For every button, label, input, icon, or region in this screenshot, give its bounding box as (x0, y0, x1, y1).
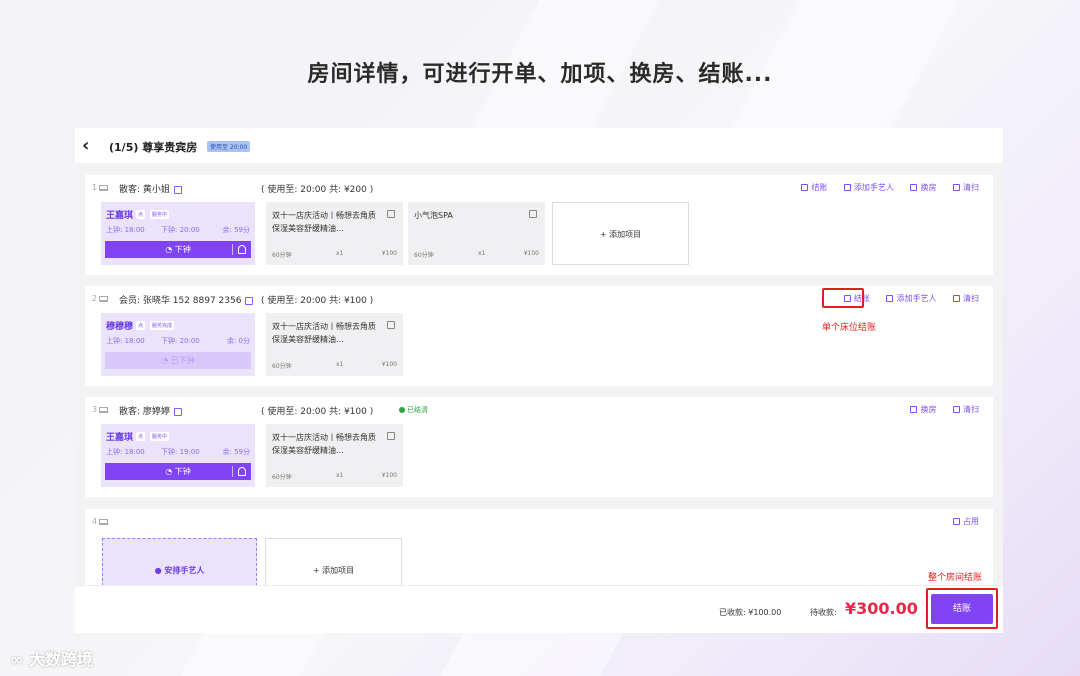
page-headline: 房间详情，可进行开单、加项、换房、结账... (307, 62, 773, 87)
service-item[interactable]: 双十一店庆活动丨畅想去角质保湿美容舒缓精油... 60分钟 x1 ¥100 (266, 424, 403, 487)
service-item[interactable]: 小气泡SPA 60分钟 x1 ¥100 (408, 202, 545, 265)
use-until-badge: 使用至 20:00 (207, 141, 251, 152)
watermark-logo: ∞ 大数跨境 (10, 650, 93, 669)
service-item[interactable]: 双十一店庆活动丨畅想去角质保湿美容舒缓精油... 60分钟 x1 ¥100 (266, 202, 403, 265)
bed-number: 1 (92, 183, 109, 192)
clocked-off-button: ◔ 已下钟 (105, 352, 251, 369)
user-switch-icon[interactable] (238, 245, 246, 254)
clock-off-button[interactable]: ◔ 下钟 (105, 463, 251, 480)
pending-label: 待收款: (810, 608, 837, 617)
usage-info: ( 使用至: 20:00 共: ¥100 ) (261, 407, 374, 417)
bed-icon (910, 184, 918, 191)
occupy-button[interactable]: 占用 (953, 517, 979, 526)
change-room-button[interactable]: 换房 (910, 405, 936, 414)
settled-status: 已结清 (399, 405, 428, 415)
broom-icon (953, 184, 960, 191)
change-room-button[interactable]: 换房 (910, 183, 936, 192)
user-add-icon (843, 184, 851, 191)
bed-row-2: 2 会员: 张晓华 152 8897 2356 ( 使用至: 20:00 共: … (85, 286, 993, 386)
bed-row-3: 3 散客: 廖婷婷 ( 使用至: 20:00 共: ¥100 ) 已结清 换房 … (85, 397, 993, 497)
bed-icon (953, 518, 960, 525)
bed-icon (99, 184, 109, 191)
edit-icon[interactable] (529, 210, 537, 218)
row-actions: 换房 清扫 (896, 404, 979, 415)
user-add-icon: ● (154, 566, 162, 575)
edit-icon[interactable] (387, 432, 395, 440)
edit-icon[interactable] (387, 321, 395, 329)
checkout-footer: 已收款: ¥100.00 待收款: ¥300.00 结账 (75, 585, 1003, 633)
bed-row-1: 1 散客: 黄小姐 ( 使用至: 20:00 共: ¥200 ) 结账 添加手艺… (85, 175, 993, 275)
artisan-name: 穆穆穆 (106, 322, 134, 332)
checkout-button[interactable]: 结账 (801, 183, 827, 192)
artisan-card[interactable]: 王嘉琪 点 服务中 上钟: 18:00 下钟: 19:00 余: 59分 ◔ 下… (101, 424, 255, 487)
usage-info: ( 使用至: 20:00 共: ¥200 ) (261, 185, 374, 195)
artisan-times: 上钟: 18:00 下钟: 20:00 余: 59分 (106, 226, 250, 234)
add-item-button[interactable]: + 添加项目 (552, 202, 689, 265)
row-actions: 结账 添加手艺人 换房 清扫 (787, 182, 979, 193)
item-meta: 60分钟 x1 ¥100 (414, 250, 539, 259)
room-detail-panel: ‹ (1/5) 尊享贵宾房 使用至 20:00 1 散客: 黄小姐 ( 使用至:… (75, 128, 1003, 633)
bed-icon (99, 518, 109, 525)
annotation-room-checkout: 整个房间结账 (928, 573, 983, 583)
add-artisan-button[interactable]: 添加手艺人 (843, 183, 894, 192)
row-actions: 占用 (939, 516, 979, 527)
item-meta: 60分钟 x1 ¥100 (272, 250, 397, 259)
bed-number: 3 (92, 405, 109, 414)
item-title: 双十一店庆活动丨畅想去角质保湿美容舒缓精油... (272, 322, 376, 344)
annotation-bed-checkout: 单个床位结账 (822, 323, 877, 333)
edit-icon[interactable] (173, 407, 182, 416)
check-circle-icon (399, 407, 405, 413)
artisan-card[interactable]: 穆穆穆 点 服务完成 上钟: 18:00 下钟: 20:00 余: 0分 ◔ 已… (101, 313, 255, 376)
edit-icon[interactable] (387, 210, 395, 218)
artisan-times: 上钟: 18:00 下钟: 20:00 余: 0分 (106, 337, 250, 345)
edit-icon[interactable] (173, 185, 182, 194)
pending-amount: ¥300.00 (845, 599, 918, 618)
guest-name: 散客: 黄小姐 (119, 182, 182, 195)
artisan-times: 上钟: 18:00 下钟: 19:00 余: 59分 (106, 448, 250, 456)
back-icon[interactable]: ‹ (82, 135, 89, 156)
clean-button[interactable]: 清扫 (953, 183, 979, 192)
edit-icon[interactable] (245, 296, 254, 305)
broom-icon (953, 295, 960, 302)
artisan-card[interactable]: 王嘉琪 点 服务中 上钟: 18:00 下钟: 20:00 余: 59分 ◔ 下… (101, 202, 255, 265)
point-badge: 点 (136, 432, 146, 441)
status-badge: 服务中 (150, 432, 170, 441)
status-badge: 服务中 (150, 210, 170, 219)
service-item[interactable]: 双十一店庆活动丨畅想去角质保湿美容舒缓精油... 60分钟 x1 ¥100 (266, 313, 403, 376)
bed-icon (99, 406, 109, 413)
guest-name: 散客: 廖婷婷 (119, 404, 182, 417)
bed-number: 4 (92, 517, 109, 526)
broom-icon (953, 406, 960, 413)
room-checkout-highlight (926, 588, 998, 629)
clock-off-button[interactable]: ◔ 下钟 (105, 241, 251, 258)
receipt-icon (801, 184, 809, 191)
add-artisan-button[interactable]: 添加手艺人 (886, 294, 936, 303)
user-add-icon (886, 295, 894, 302)
clean-button[interactable]: 清扫 (953, 405, 979, 414)
guest-name: 会员: 张晓华 152 8897 2356 (119, 293, 254, 306)
bed-number: 2 (92, 294, 109, 303)
item-title: 双十一店庆活动丨畅想去角质保湿美容舒缓精油... (272, 211, 376, 233)
item-title: 小气泡SPA (414, 211, 453, 220)
bed-icon (910, 406, 918, 413)
item-meta: 60分钟 x1 ¥100 (272, 472, 397, 481)
received-amount: 已收款: ¥100.00 (719, 608, 782, 617)
checkout-highlight (822, 288, 864, 308)
point-badge: 点 (136, 210, 146, 219)
artisan-name: 王嘉琪 (106, 433, 134, 443)
bed-icon (99, 295, 109, 302)
item-meta: 60分钟 x1 ¥100 (272, 361, 397, 370)
point-badge: 点 (136, 321, 146, 330)
status-badge: 服务完成 (150, 321, 175, 330)
user-switch-icon[interactable] (238, 467, 246, 476)
artisan-name: 王嘉琪 (106, 211, 134, 221)
room-header: ‹ (1/5) 尊享贵宾房 使用至 20:00 (75, 128, 1003, 163)
room-title: (1/5) 尊享贵宾房 (109, 141, 198, 154)
item-title: 双十一店庆活动丨畅想去角质保湿美容舒缓精油... (272, 433, 376, 455)
clean-button[interactable]: 清扫 (953, 294, 979, 303)
usage-info: ( 使用至: 20:00 共: ¥100 ) (261, 296, 374, 306)
